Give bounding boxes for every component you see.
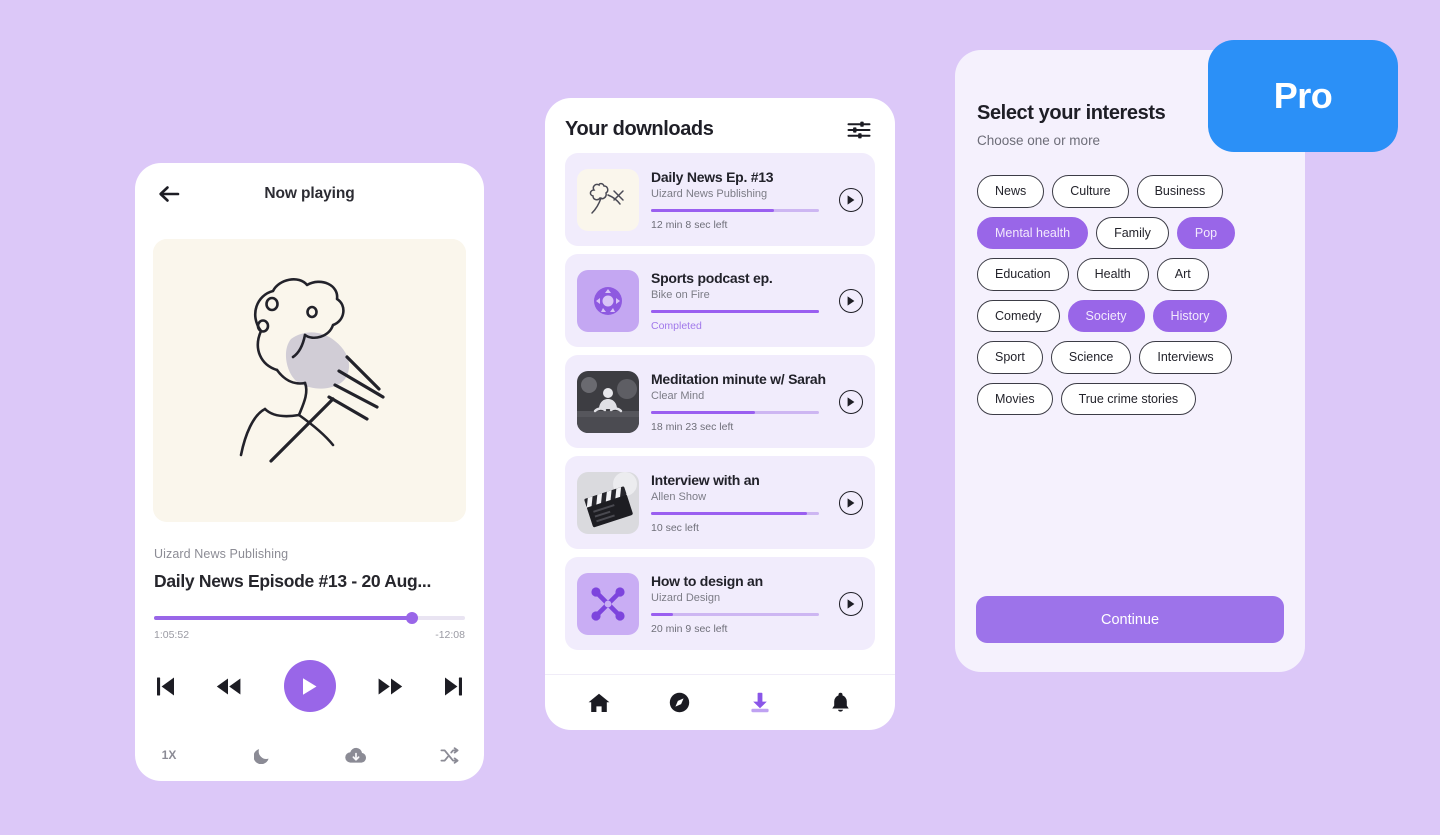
download-item-body: Interview with an Allen Show 10 sec left [651, 472, 827, 534]
download-play-button[interactable] [839, 187, 863, 212]
download-item[interactable]: Meditation minute w/ Sarah Clear Mind 18 m… [565, 355, 875, 448]
download-icon[interactable] [745, 688, 775, 718]
interest-chip[interactable]: Family [1096, 216, 1169, 249]
interest-chip[interactable]: True crime stories [1060, 382, 1197, 415]
download-item-title: How to design an [651, 572, 763, 589]
continue-button[interactable]: Continue [976, 596, 1284, 643]
download-progress-bar [651, 309, 819, 313]
download-status: 12 min 8 sec left [651, 218, 728, 231]
interest-chip[interactable]: Interviews [1139, 341, 1232, 374]
download-item[interactable]: Interview with an Allen Show 10 sec left [565, 456, 875, 549]
downloads-panel: Your downloads Daily News Ep. #13 Uizard … [545, 98, 895, 730]
interest-chip[interactable]: Sport [977, 341, 1043, 374]
now-playing-panel: Now playing Uizard News Publishing Daily… [135, 163, 484, 781]
interest-chip[interactable]: Comedy [977, 299, 1060, 332]
download-item-body: Sports podcast ep. Bike on Fire Completed [651, 270, 827, 332]
moon-icon[interactable] [251, 743, 275, 767]
download-play-button[interactable] [839, 490, 863, 515]
download-item[interactable]: Daily News Ep. #13 Uizard News Publishing… [565, 153, 875, 246]
download-play-button[interactable] [839, 591, 863, 616]
download-status: 10 sec left [651, 521, 699, 534]
download-item-title: Sports podcast ep. [651, 269, 773, 286]
crossed-tools-thumb [577, 572, 639, 635]
compass-icon[interactable] [665, 688, 695, 718]
skip-previous-button[interactable] [157, 677, 174, 696]
interest-chip[interactable]: Health [1076, 258, 1149, 291]
downloads-header: Your downloads [545, 98, 895, 153]
album-artwork [153, 239, 466, 522]
download-item[interactable]: How to design an Uizard Design 20 min 9 se… [565, 557, 875, 650]
download-item-author: Allen Show [651, 490, 707, 503]
download-status: 20 min 9 sec left [651, 622, 728, 635]
interest-chip[interactable]: Mental health [977, 216, 1089, 249]
play-button[interactable] [283, 660, 336, 712]
elapsed-time: 1:05:52 [154, 629, 190, 641]
download-progress-bar [651, 410, 819, 414]
download-item-author: Clear Mind [651, 389, 705, 402]
download-item-body: Daily News Ep. #13 Uizard News Publishing… [651, 169, 827, 231]
bell-icon[interactable] [826, 688, 856, 718]
home-icon[interactable] [584, 688, 614, 718]
interest-chip[interactable]: Society [1067, 299, 1145, 332]
arrow-left-icon[interactable] [155, 180, 183, 208]
ball-badge-thumb [577, 269, 639, 332]
seek-bar-wrap: 1:05:52 -12:08 [135, 612, 484, 641]
seek-fill [154, 616, 413, 620]
remaining-time: -12:08 [435, 629, 465, 641]
meditation-photo-thumb [577, 370, 639, 433]
downloads-list: Daily News Ep. #13 Uizard News Publishing… [545, 153, 895, 674]
download-item-title: Daily News Ep. #13 [651, 168, 774, 185]
download-item-body: How to design an Uizard Design 20 min 9 se… [651, 573, 827, 635]
interest-chip[interactable]: Education [977, 258, 1069, 291]
interest-chip[interactable]: Culture [1052, 175, 1129, 208]
download-progress-bar [651, 511, 819, 515]
playback-speed-button[interactable]: 1X [157, 743, 181, 767]
download-progress-bar [651, 208, 819, 212]
cloud-download-icon[interactable] [344, 743, 368, 767]
download-play-button[interactable] [839, 389, 863, 414]
page-title: Now playing [264, 185, 355, 202]
download-status: Completed [651, 319, 702, 332]
player-header: Now playing [135, 163, 484, 225]
rewind-button[interactable] [216, 678, 241, 695]
interest-chip[interactable]: Business [1136, 175, 1224, 208]
screen-root: Now playing Uizard News Publishing Daily… [0, 0, 1440, 835]
download-item[interactable]: Sports podcast ep. Bike on Fire Completed [565, 254, 875, 347]
seek-handle[interactable] [406, 612, 419, 624]
track-title: Daily News Episode #13 - 20 Aug... [154, 571, 432, 591]
skip-next-button[interactable] [445, 677, 462, 696]
flower-sketch-thumb [577, 168, 639, 231]
download-item-author: Uizard News Publishing [651, 187, 768, 200]
interest-chip[interactable]: Science [1050, 341, 1132, 374]
track-publisher: Uizard News Publishing [154, 547, 289, 561]
interest-chip[interactable]: Movies [977, 382, 1053, 415]
bottom-nav [545, 674, 895, 730]
download-item-title: Meditation minute w/ Sarah [651, 370, 826, 387]
seek-times: 1:05:52 -12:08 [154, 629, 465, 641]
interest-chip[interactable]: Pop [1176, 216, 1236, 249]
download-item-title: Interview with an [651, 471, 760, 488]
interest-chip[interactable]: Art [1156, 258, 1209, 291]
sliders-icon[interactable] [847, 120, 871, 140]
clapperboard-photo-thumb [577, 471, 639, 534]
downloads-title: Your downloads [565, 118, 714, 140]
fast-forward-button[interactable] [378, 678, 403, 695]
download-play-button[interactable] [839, 288, 863, 313]
download-status: 18 min 23 sec left [651, 420, 734, 433]
transport-controls [135, 655, 484, 717]
player-extras: 1X [135, 743, 484, 767]
interest-chip[interactable]: History [1152, 299, 1228, 332]
track-meta: Uizard News Publishing Daily News Episod… [135, 522, 484, 592]
download-item-body: Meditation minute w/ Sarah Clear Mind 18 m… [651, 371, 827, 433]
interest-chip[interactable]: News [977, 175, 1045, 208]
interest-chip-group: News Culture Business Mental health Family Po… [977, 175, 1283, 415]
download-item-author: Uizard Design [651, 591, 721, 604]
shuffle-icon[interactable] [438, 743, 462, 767]
seek-slider[interactable] [154, 612, 465, 624]
download-item-author: Bike on Fire [651, 288, 710, 301]
pro-badge[interactable]: Pro [1208, 40, 1398, 152]
download-progress-bar [651, 612, 819, 616]
